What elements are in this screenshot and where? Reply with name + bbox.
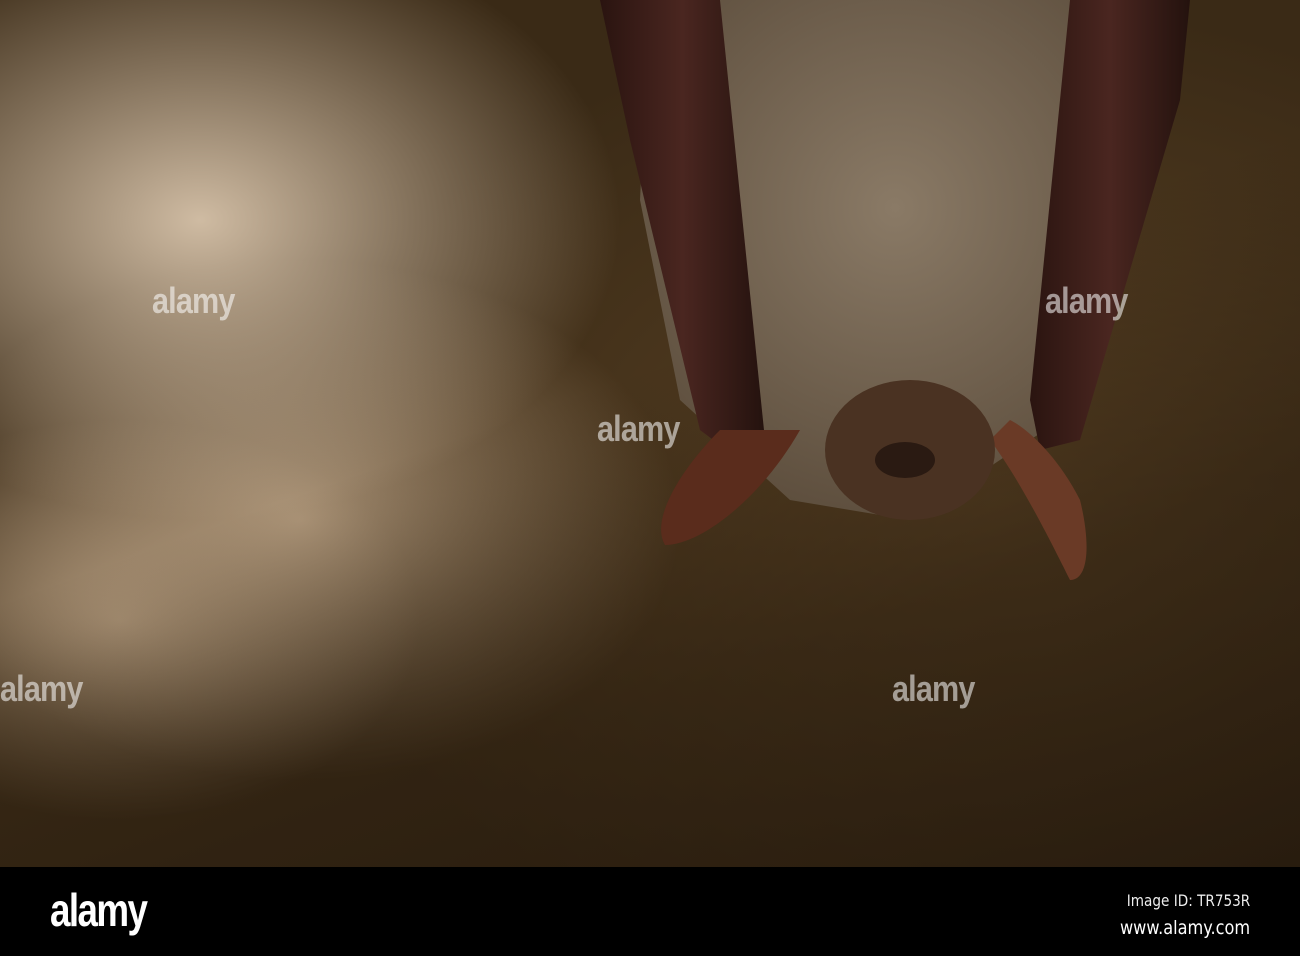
image-id: Image ID: TR753R [1126, 891, 1250, 910]
website-link: www.alamy.com [1119, 917, 1250, 939]
watermark: alamy [0, 668, 83, 709]
watermark: alamy [892, 668, 975, 709]
alamy-logo: alamy [50, 884, 148, 936]
watermark: alamy [1045, 280, 1128, 321]
watermark: alamy [597, 408, 680, 449]
watermark: alamy [152, 280, 235, 321]
footer-bar: alamy Image ID: TR753R www.alamy.com [0, 867, 1300, 956]
photo: alamy alamy alamy alamy alamy [0, 0, 1300, 867]
